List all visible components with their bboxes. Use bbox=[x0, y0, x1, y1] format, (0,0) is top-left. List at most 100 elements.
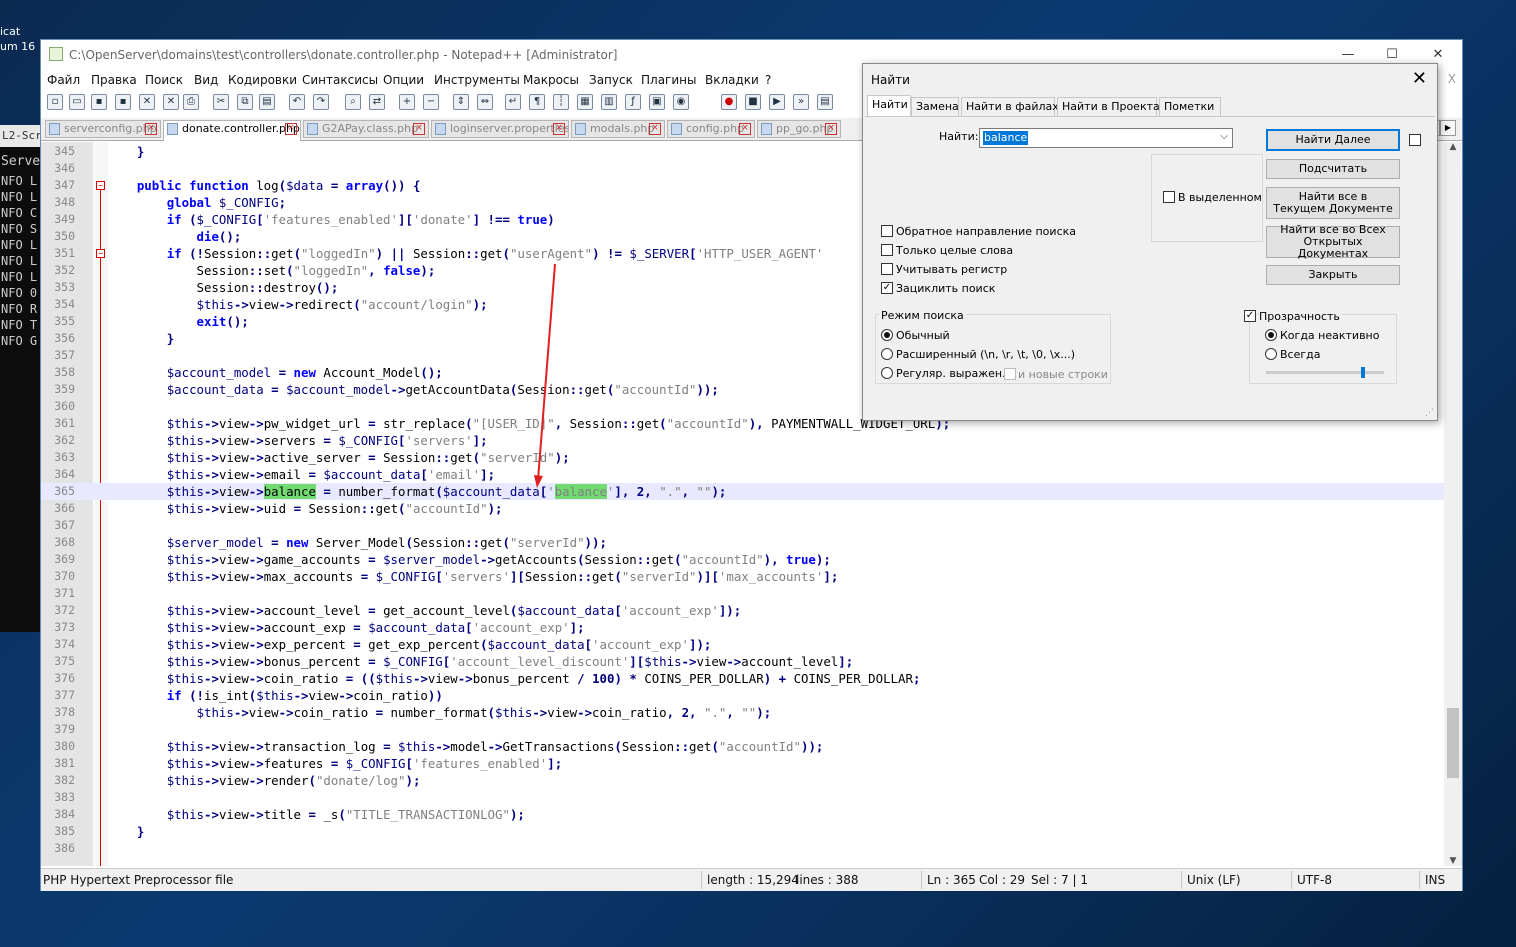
print-icon[interactable]: ⎙ bbox=[183, 94, 199, 110]
save-macro-icon[interactable]: ▤ bbox=[817, 94, 833, 110]
find-dialog-tab[interactable]: Найти bbox=[867, 95, 911, 117]
file-tab[interactable]: donate.controller.php × bbox=[163, 120, 301, 141]
find-icon[interactable]: ⌕ bbox=[345, 94, 361, 110]
in-selection-checkbox[interactable] bbox=[1163, 191, 1175, 203]
tab-close-icon[interactable]: × bbox=[553, 123, 565, 135]
zoom-in-icon[interactable]: + bbox=[399, 94, 415, 110]
cut-icon[interactable]: ✂ bbox=[213, 94, 229, 110]
transparency-checkbox[interactable]: ✓ bbox=[1244, 310, 1256, 322]
copy-icon[interactable]: ⧉ bbox=[237, 94, 253, 110]
search-mode-radio[interactable] bbox=[881, 329, 893, 341]
replace-icon[interactable]: ⇄ bbox=[369, 94, 385, 110]
scroll-down-icon[interactable]: ▼ bbox=[1444, 856, 1462, 866]
tab-close-icon[interactable]: × bbox=[739, 123, 751, 135]
function-list-icon[interactable]: ƒ bbox=[625, 94, 641, 110]
desktop-icon-label[interactable]: icat um 16 bbox=[0, 24, 35, 54]
close-icon[interactable]: ✕ bbox=[139, 94, 155, 110]
tab-scroll-right-icon[interactable]: ▶ bbox=[1440, 120, 1456, 136]
wrap-icon[interactable]: ↵ bbox=[505, 94, 521, 110]
find-dialog-close-icon[interactable]: ✕ bbox=[1412, 68, 1427, 89]
tab-close-icon[interactable]: × bbox=[825, 123, 837, 135]
menu-item-1[interactable]: Правка bbox=[91, 73, 137, 87]
save-icon[interactable]: ▪ bbox=[91, 94, 107, 110]
find-dialog-tab[interactable]: Найти в файлах bbox=[961, 97, 1059, 116]
resize-grip-icon[interactable]: ⋰ bbox=[1425, 408, 1434, 418]
new-icon[interactable]: ▫ bbox=[47, 94, 63, 110]
vertical-scrollbar[interactable]: ▲ ▼ bbox=[1444, 142, 1462, 866]
search-mode-radio[interactable] bbox=[881, 348, 893, 360]
scroll-up-icon[interactable]: ▲ bbox=[1444, 142, 1462, 152]
menu-item-3[interactable]: Вид bbox=[194, 73, 218, 87]
scroll-thumb[interactable] bbox=[1447, 708, 1459, 778]
find-next-button[interactable]: Найти Далее bbox=[1266, 129, 1400, 151]
menu-item-0[interactable]: Файл bbox=[47, 73, 80, 87]
menu-item-8[interactable]: Макросы bbox=[523, 73, 579, 87]
find-dialog-tab[interactable]: Найти в Проектах bbox=[1057, 97, 1166, 116]
find-next-extra-checkbox[interactable] bbox=[1409, 134, 1421, 146]
run-multi-icon[interactable]: » bbox=[793, 94, 809, 110]
stop-icon[interactable]: ■ bbox=[745, 94, 761, 110]
menu-item-4[interactable]: Кодировки bbox=[228, 73, 297, 87]
count-button[interactable]: Подсчитать bbox=[1266, 159, 1400, 179]
find-dialog-tab[interactable]: Пометки bbox=[1159, 97, 1221, 116]
file-tab[interactable]: modals.php × bbox=[571, 120, 665, 138]
tab-close-icon[interactable]: × bbox=[145, 123, 157, 135]
find-dialog-tab[interactable]: Замена bbox=[911, 97, 959, 116]
option-checkbox[interactable] bbox=[881, 263, 893, 275]
file-tab[interactable]: config.php × bbox=[667, 120, 755, 138]
udl-icon[interactable]: ▦ bbox=[577, 94, 593, 110]
console-tab[interactable]: L2-Scri bbox=[0, 125, 44, 147]
menu-item-6[interactable]: Опции bbox=[383, 73, 424, 87]
paste-icon[interactable]: ▤ bbox=[259, 94, 275, 110]
undo-icon[interactable]: ↶ bbox=[289, 94, 305, 110]
find-all-current-button[interactable]: Найти все в Текущем Документе bbox=[1266, 187, 1400, 219]
monitor-icon[interactable]: ◉ bbox=[673, 94, 689, 110]
file-icon bbox=[307, 123, 318, 135]
dropdown-chevron-icon[interactable]: ⌵ bbox=[1220, 131, 1228, 142]
file-tab[interactable]: loginserver.properties × bbox=[431, 120, 569, 138]
menu-item-9[interactable]: Запуск bbox=[589, 73, 633, 87]
indent-guide-icon[interactable]: ┆ bbox=[553, 94, 569, 110]
option-checkbox[interactable] bbox=[881, 225, 893, 237]
menu-item-7[interactable]: Инструменты bbox=[434, 73, 520, 87]
file-tab[interactable]: pp_go.php × bbox=[757, 120, 841, 138]
transparency-mode-radio[interactable] bbox=[1265, 329, 1277, 341]
file-icon bbox=[671, 123, 682, 135]
sync-h-icon[interactable]: ⇔ bbox=[477, 94, 493, 110]
save-all-icon[interactable]: ▪ bbox=[115, 94, 131, 110]
zoom-out-icon[interactable]: − bbox=[423, 94, 439, 110]
close-all-icon[interactable]: ✕ bbox=[163, 94, 179, 110]
menu-item-12[interactable]: ? bbox=[765, 73, 771, 87]
close-dialog-button[interactable]: Закрыть bbox=[1266, 265, 1400, 285]
open-icon[interactable]: ▭ bbox=[69, 94, 85, 110]
tab-close-icon[interactable]: × bbox=[413, 123, 425, 135]
doc-map-icon[interactable]: ▥ bbox=[601, 94, 617, 110]
option-checkbox[interactable]: ✓ bbox=[881, 282, 893, 294]
menu-item-2[interactable]: Поиск bbox=[145, 73, 183, 87]
status-lines: lines : 388 bbox=[796, 873, 859, 887]
tab-close-icon[interactable]: × bbox=[649, 123, 661, 135]
all-chars-icon[interactable]: ¶ bbox=[529, 94, 545, 110]
close-doc-icon[interactable]: X bbox=[1448, 72, 1456, 86]
search-mode-radio[interactable] bbox=[881, 367, 893, 379]
folder-workspace-icon[interactable]: ▣ bbox=[649, 94, 665, 110]
transparency-slider-thumb[interactable] bbox=[1361, 367, 1365, 378]
option-checkbox[interactable] bbox=[881, 244, 893, 256]
menu-item-5[interactable]: Синтаксисы bbox=[302, 73, 378, 87]
menu-item-11[interactable]: Вкладки bbox=[705, 73, 759, 87]
option-label: Обратное направление поиска bbox=[896, 225, 1076, 238]
transparency-slider[interactable] bbox=[1266, 367, 1384, 378]
transparency-mode-radio[interactable] bbox=[1265, 348, 1277, 360]
find-input[interactable]: balance ⌵ bbox=[979, 128, 1233, 148]
desktop-label-line2: um 16 bbox=[0, 40, 36, 53]
sync-v-icon[interactable]: ⇕ bbox=[453, 94, 469, 110]
find-all-open-button[interactable]: Найти все во Всех Открытых Документах bbox=[1266, 224, 1400, 260]
redo-icon[interactable]: ↷ bbox=[313, 94, 329, 110]
record-icon[interactable]: ● bbox=[721, 94, 737, 110]
play-icon[interactable]: ▶ bbox=[769, 94, 785, 110]
tab-close-icon[interactable]: × bbox=[285, 123, 297, 135]
file-tab[interactable]: G2APay.class.php × bbox=[303, 120, 429, 138]
file-tab[interactable]: serverconfig.php × bbox=[45, 120, 161, 138]
console-window[interactable]: L2-Scri Serve NFO L NFO L NFO C NFO S NFO LN… bbox=[0, 125, 44, 632]
menu-item-10[interactable]: Плагины bbox=[641, 73, 696, 87]
